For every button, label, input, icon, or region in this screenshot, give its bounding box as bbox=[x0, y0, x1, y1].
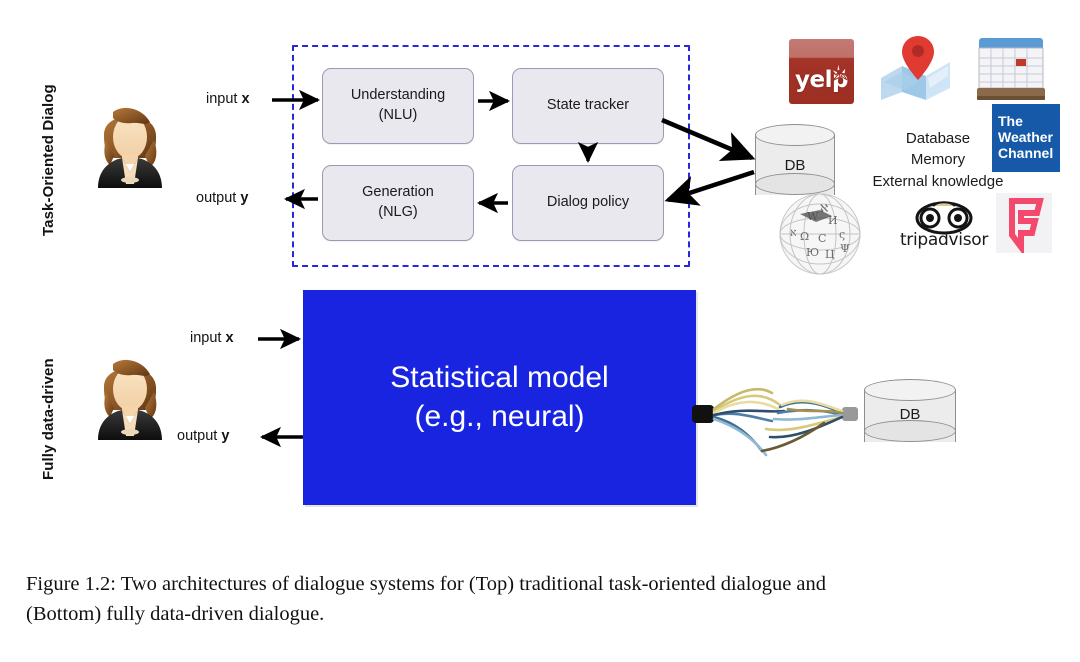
io-input-var-bottom: x bbox=[225, 330, 234, 346]
module-box-understanding-nlu[interactable]: Understanding (NLU) bbox=[322, 68, 474, 144]
module-line1: Understanding bbox=[350, 87, 446, 104]
module-label-understanding: Understanding (NLU) bbox=[351, 86, 445, 125]
statistical-model-box[interactable]: Statistical model (e.g., neural) bbox=[303, 290, 696, 505]
svg-text:Ω: Ω bbox=[800, 230, 809, 243]
tripadvisor-wordmark: tripadvisor bbox=[899, 230, 989, 250]
statistical-model-line2: (e.g., neural) bbox=[414, 399, 585, 433]
module-box-state-tracker[interactable]: State tracker bbox=[512, 68, 664, 144]
io-label-input-top: input x bbox=[206, 91, 250, 107]
module-box-dialog-policy[interactable]: Dialog policy bbox=[512, 165, 664, 241]
svg-text:ς: ς bbox=[839, 228, 845, 241]
figure-caption: Figure 1.2: Two architectures of dialogu… bbox=[26, 570, 1062, 629]
io-input-var-top: x bbox=[241, 91, 250, 107]
weather-line-3: Channel bbox=[998, 145, 1054, 161]
yelp-burst-icon bbox=[830, 61, 848, 82]
caption-line-2: (Bottom) fully data-driven dialogue. bbox=[26, 602, 325, 625]
database-label-top: DB bbox=[784, 157, 806, 174]
wikipedia-globe-icon: WИ ΩCς ЮЦΨ אℵ bbox=[779, 193, 861, 275]
io-output-var-top: y bbox=[240, 190, 249, 206]
cylinder-top-ellipse bbox=[755, 124, 835, 146]
section-label-task-oriented: Task-Oriented Dialog bbox=[40, 84, 57, 236]
io-input-text-top: input bbox=[206, 91, 242, 107]
statistical-model-line1: Statistical model bbox=[390, 361, 609, 395]
io-label-input-bottom: input x bbox=[190, 330, 234, 346]
module-label-dialog-policy: Dialog policy bbox=[546, 194, 630, 211]
google-maps-logo-icon bbox=[881, 36, 950, 100]
module-label-state-tracker: State tracker bbox=[546, 97, 630, 114]
statistical-model-label: Statistical model (e.g., neural) bbox=[390, 359, 608, 436]
database-label-bottom: DB bbox=[899, 406, 921, 423]
weather-line-1: The bbox=[998, 113, 1023, 129]
io-input-text-bottom: input bbox=[190, 330, 226, 346]
weather-line-2: Weather bbox=[998, 129, 1053, 145]
knowledge-line-external: External knowledge bbox=[872, 172, 1004, 190]
module-box-generation-nlg[interactable]: Generation (NLG) bbox=[322, 165, 474, 241]
module-label-generation: Generation (NLG) bbox=[362, 183, 434, 222]
tripadvisor-logo-icon: tripadvisor bbox=[890, 200, 998, 256]
io-output-text-bottom: output bbox=[177, 428, 222, 444]
module-line2: (NLU) bbox=[378, 107, 418, 123]
io-output-var-bottom: y bbox=[221, 428, 230, 444]
calendar-logo-icon bbox=[977, 38, 1045, 100]
svg-text:C: C bbox=[818, 232, 826, 245]
yelp-logo-icon: yelp bbox=[789, 39, 854, 104]
module-line1: Generation bbox=[362, 184, 434, 201]
svg-text:Ю: Ю bbox=[806, 246, 819, 259]
figure-container: Task-Oriented Dialog Fully data-driven i… bbox=[0, 0, 1080, 662]
user-avatar-icon-top bbox=[98, 107, 162, 188]
io-label-output-bottom: output y bbox=[177, 428, 229, 444]
foursquare-logo-icon bbox=[996, 193, 1052, 256]
cylinder-bottom-ellipse bbox=[864, 420, 956, 442]
weather-channel-logo-icon: The Weather Channel bbox=[992, 104, 1060, 172]
svg-text:א: א bbox=[790, 226, 797, 239]
io-label-output-top: output y bbox=[196, 190, 248, 206]
user-avatar-icon-bottom bbox=[98, 359, 162, 440]
section-label-fully-data-driven: Fully data-driven bbox=[40, 358, 57, 480]
foursquare-mark-icon bbox=[1009, 198, 1044, 256]
cylinder-top-ellipse bbox=[864, 379, 956, 401]
svg-text:Ψ: Ψ bbox=[840, 242, 850, 255]
caption-line-1: Figure 1.2: Two architectures of dialogu… bbox=[26, 573, 827, 595]
io-output-text-top: output bbox=[196, 190, 241, 206]
module-line2: (NLG) bbox=[378, 204, 418, 220]
database-cylinder-bottom: DB bbox=[864, 379, 956, 453]
cable-bundle-icon bbox=[692, 387, 858, 457]
svg-text:Ц: Ц bbox=[825, 248, 835, 261]
